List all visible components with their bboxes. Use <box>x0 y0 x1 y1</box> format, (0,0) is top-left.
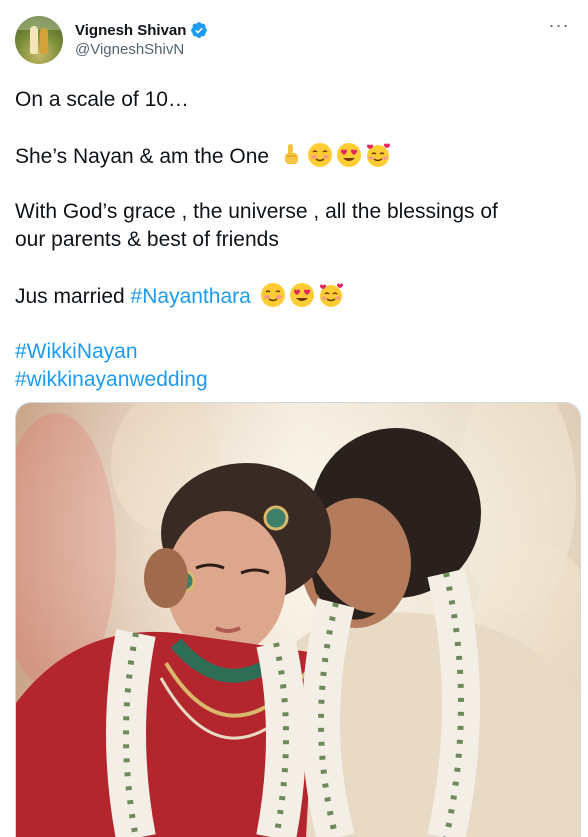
tweet-card: Vignesh Shivan @VigneshShivN ··· On a sc… <box>0 0 588 837</box>
tweet-line-1: On a scale of 10… <box>15 88 189 111</box>
hashtag-wikkinayan[interactable]: #WikkiNayan <box>15 340 138 363</box>
more-horizontal-icon[interactable]: ··· <box>548 16 570 38</box>
tweet-photo[interactable] <box>15 402 581 837</box>
tweet-text: On a scale of 10… She’s Nayan & am the O… <box>15 86 575 394</box>
hashtag-wikkinayanwedding[interactable]: #wikkinayanwedding <box>15 368 208 391</box>
verified-badge-icon <box>191 22 208 38</box>
smiling-hearts-emoji-icon <box>366 143 390 167</box>
wedding-photo-image <box>16 403 580 837</box>
hashtag-nayanthara[interactable]: #Nayanthara <box>131 285 251 308</box>
author-avatar[interactable] <box>15 16 63 64</box>
author-handle[interactable]: @VigneshShivN <box>75 41 208 58</box>
tweet-header: Vignesh Shivan @VigneshShivN ··· <box>15 16 576 68</box>
heart-eyes-emoji-icon <box>336 143 361 167</box>
author-names: Vignesh Shivan @VigneshShivN <box>75 20 208 58</box>
tweet-line-3a: With God’s grace , the universe , all th… <box>15 200 498 223</box>
tweet-line-3b: our parents & best of friends <box>15 228 279 251</box>
tweet-line-4: Jus married #Nayanthara <box>15 282 575 310</box>
author-display-name[interactable]: Vignesh Shivan <box>75 22 186 39</box>
pointing-up-emoji-icon <box>284 144 298 164</box>
smiling-hearts-emoji-icon <box>319 283 343 307</box>
smiling-blush-emoji-icon <box>307 143 332 167</box>
smiling-blush-emoji-icon <box>260 283 285 307</box>
heart-eyes-emoji-icon <box>289 283 314 307</box>
tweet-line-2: She’s Nayan & am the One <box>15 142 575 170</box>
